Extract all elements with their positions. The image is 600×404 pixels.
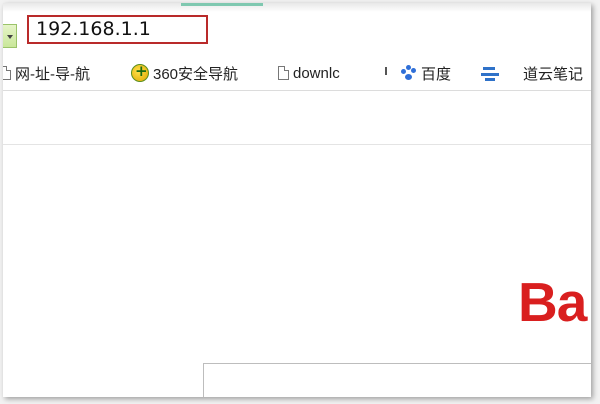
search-input[interactable]	[203, 363, 591, 397]
history-dropdown-button[interactable]	[3, 24, 17, 48]
browser-window: 192.168.1.1 网-址-导-航 360安全导航 downlc 百度	[3, 3, 591, 397]
bookmark-baidu[interactable]: 百度	[401, 62, 451, 84]
page-icon	[278, 66, 289, 80]
active-tab-indicator	[181, 3, 263, 6]
tab-strip	[3, 3, 591, 12]
bookmark-youdao-note[interactable]: 道云笔记	[481, 62, 583, 84]
page-icon	[3, 66, 11, 80]
bookmark-nav-sites[interactable]: 网-址-导-航	[3, 62, 90, 84]
bookmark-label: 360安全导航	[153, 65, 239, 83]
bookmark-label: 网-址-导-航	[15, 65, 90, 83]
address-bar-input[interactable]: 192.168.1.1	[27, 15, 208, 44]
bookmark-360-nav[interactable]: 360安全导航	[131, 62, 238, 84]
360-shield-icon	[131, 62, 149, 82]
chevron-down-icon	[7, 35, 13, 39]
bookmark-separator	[385, 67, 387, 75]
baidu-logo: Ba	[518, 271, 587, 333]
bookmark-downloads[interactable]: downlc	[278, 62, 340, 84]
cloud-icon	[481, 65, 503, 81]
address-row: 192.168.1.1	[3, 12, 591, 48]
page-divider	[3, 144, 591, 145]
bookmarks-bar: 网-址-导-航 360安全导航 downlc 百度 道云笔记	[3, 58, 591, 91]
bookmark-label: downlc	[293, 64, 340, 82]
bookmark-label: 百度	[421, 65, 452, 83]
baidu-paw-icon	[401, 65, 417, 81]
bookmark-label: 道云笔记	[523, 65, 584, 83]
